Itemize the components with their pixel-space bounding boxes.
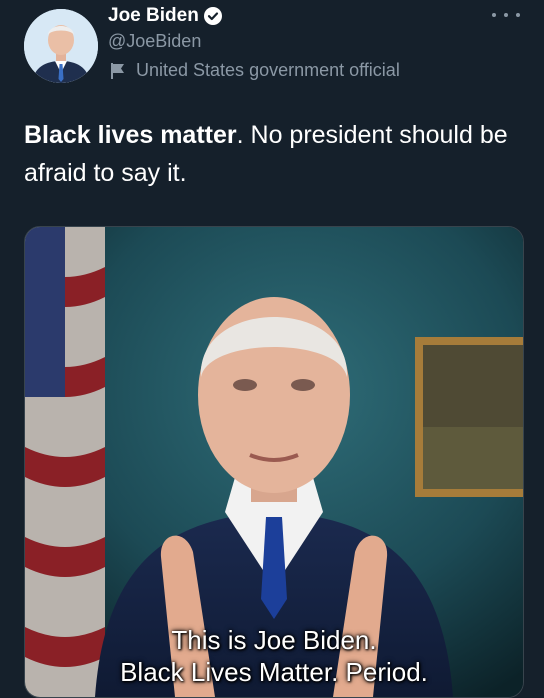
government-label-text[interactable]: United States government official: [136, 60, 400, 81]
verified-badge-icon: [203, 7, 222, 25]
video-caption-line2: Black Lives Matter. Period.: [120, 657, 428, 687]
avatar-image: [24, 9, 98, 83]
video-caption-line1: This is Joe Biden.: [171, 625, 377, 655]
more-options-icon[interactable]: [492, 6, 520, 24]
author-name-row: Joe Biden: [108, 5, 222, 27]
author-handle[interactable]: @JoeBiden: [108, 31, 201, 52]
author-display-name[interactable]: Joe Biden: [108, 5, 199, 27]
flag-icon: [108, 61, 128, 81]
avatar[interactable]: [24, 9, 98, 83]
tweet-text-bold: Black lives matter: [24, 121, 237, 149]
painting: [415, 337, 523, 497]
tweet-header: Joe Biden @JoeBiden United States govern…: [0, 0, 544, 100]
tweet-media[interactable]: This is Joe Biden. Black Lives Matter. P…: [24, 226, 524, 698]
government-label: United States government official: [108, 60, 400, 81]
tweet-text: Black lives matter. No president should …: [24, 116, 524, 192]
